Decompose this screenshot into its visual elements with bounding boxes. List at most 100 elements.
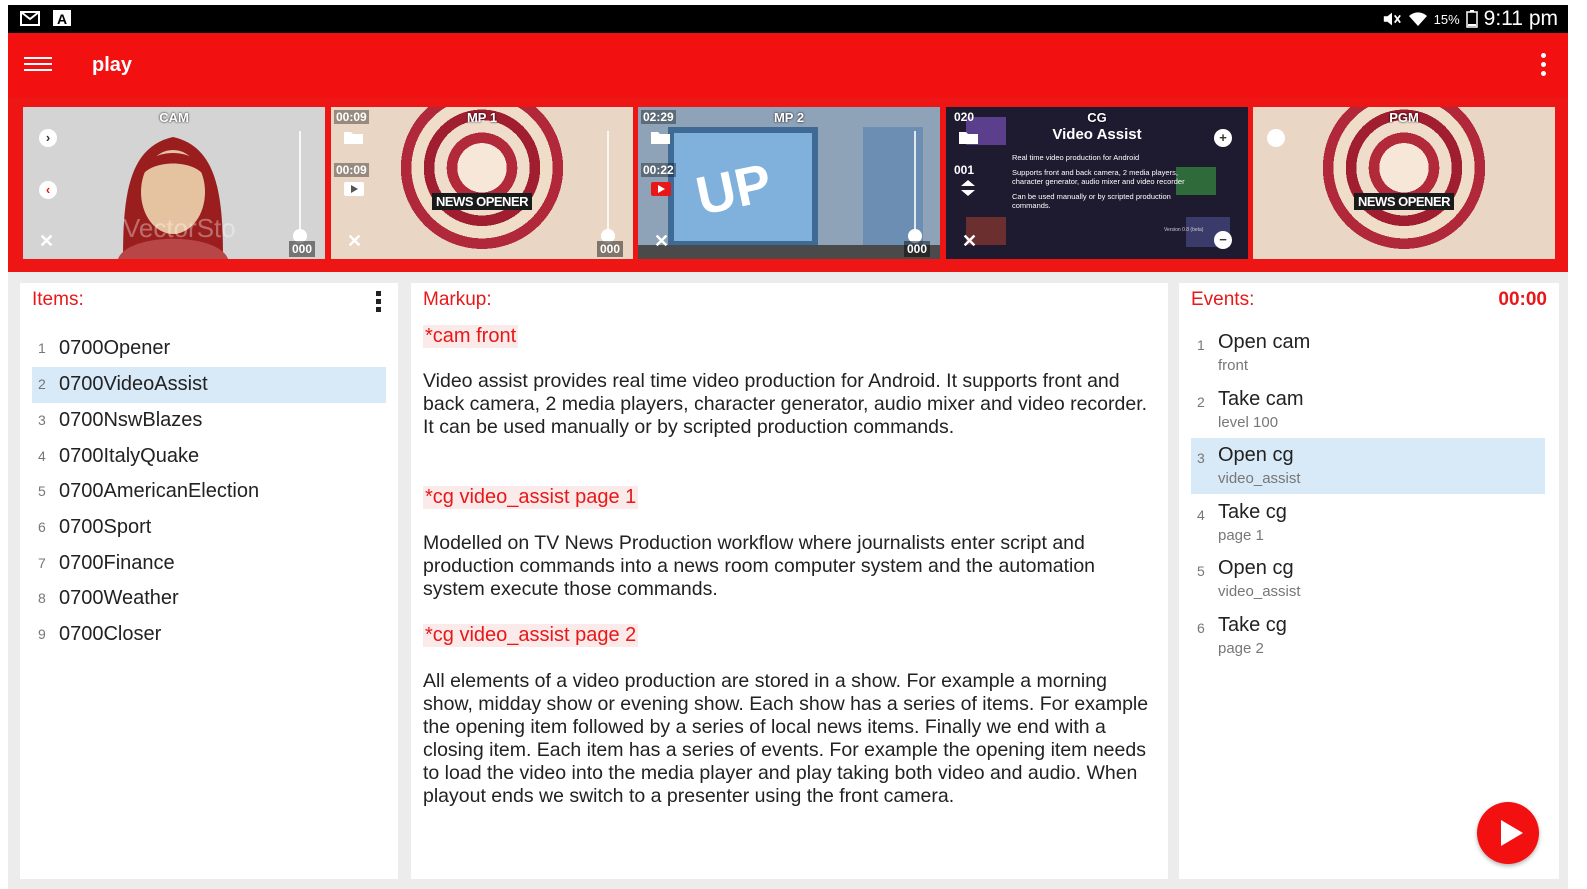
list-item[interactable]: 3 0700NswBlazes: [32, 403, 386, 439]
next-icon[interactable]: ›: [39, 129, 57, 147]
event-item[interactable]: 6 Take cg page 2: [1191, 608, 1545, 664]
play-icon[interactable]: [343, 181, 365, 197]
record-indicator-icon[interactable]: [1267, 129, 1285, 147]
item-name: 0700Finance: [59, 552, 175, 574]
level-slider[interactable]: [607, 131, 609, 235]
clock: 9:11 pm: [1483, 7, 1558, 30]
close-icon[interactable]: ✕: [654, 231, 669, 252]
list-item[interactable]: 5 0700AmericanElection: [32, 474, 386, 510]
mp2-remaining: 00:22: [641, 163, 676, 177]
item-name: 0700Opener: [59, 337, 171, 359]
stepper-icon[interactable]: [960, 179, 976, 197]
close-icon[interactable]: ✕: [962, 231, 977, 252]
open-folder-icon[interactable]: [958, 129, 980, 145]
add-icon[interactable]: +: [1214, 129, 1232, 147]
event-detail: front: [1218, 357, 1249, 374]
event-number: 4: [1197, 507, 1205, 523]
cam-source[interactable]: VectorSto CAM › ‹ ✕ 000: [23, 107, 325, 259]
markup-paragraph[interactable]: Modelled on TV News Production workflow …: [423, 532, 1153, 601]
item-number: 3: [38, 412, 46, 428]
open-folder-icon[interactable]: [343, 129, 365, 145]
item-name: 0700Closer: [59, 623, 162, 645]
markup-title: Markup:: [423, 289, 492, 310]
presenter-image: VectorSto: [23, 107, 325, 259]
cg-label: CG: [1087, 110, 1107, 125]
item-number: 2: [38, 376, 46, 392]
event-timer: 00:00: [1498, 289, 1547, 310]
item-number: 6: [38, 519, 46, 535]
level-slider[interactable]: [914, 131, 916, 235]
markup-command[interactable]: *cg video_assist page 1: [423, 486, 639, 509]
events-title: Events:: [1191, 289, 1255, 310]
list-item[interactable]: 9 0700Closer: [32, 617, 386, 653]
event-detail: page 2: [1218, 640, 1264, 657]
event-detail: video_assist: [1218, 470, 1301, 487]
list-item[interactable]: 1 0700Opener: [32, 331, 386, 367]
play-button[interactable]: [1477, 802, 1539, 864]
up-movie-image: UP: [638, 107, 940, 259]
remove-icon[interactable]: −: [1214, 231, 1232, 249]
markup-panel: Markup: *cam front Video assist provides…: [411, 283, 1168, 879]
wifi-icon: [1408, 12, 1427, 26]
event-item[interactable]: 4 Take cg page 1: [1191, 495, 1545, 551]
event-action: Open cg: [1218, 444, 1294, 466]
cg-version: Version 0.8 (beta): [1164, 227, 1204, 233]
previous-icon[interactable]: ‹: [39, 181, 57, 199]
item-name: 0700ItalyQuake: [59, 445, 200, 467]
items-menu-icon[interactable]: [376, 291, 382, 315]
items-title: Items:: [32, 289, 84, 310]
markup-command[interactable]: *cam front: [423, 325, 519, 348]
list-item[interactable]: 7 0700Finance: [32, 546, 386, 582]
cam-label: CAM: [159, 110, 189, 125]
item-number: 4: [38, 448, 46, 464]
keyboard-a-icon: A: [53, 10, 71, 27]
source-strip: VectorSto CAM › ‹ ✕ 000 MP 1 00:09 00:09…: [8, 97, 1568, 272]
close-icon[interactable]: ✕: [347, 231, 362, 252]
event-action: Take cg: [1218, 501, 1287, 523]
markup-command[interactable]: *cg video_assist page 2: [423, 624, 639, 647]
pgm-source[interactable]: PGM NEWS OPENER: [1253, 107, 1555, 259]
event-item[interactable]: 2 Take cam level 100: [1191, 382, 1545, 438]
event-detail: video_assist: [1218, 583, 1301, 600]
mp2-source[interactable]: UP MP 2 02:29 00:22 ✕ 000: [638, 107, 940, 259]
items-panel: Items: 1 0700Opener 2 0700VideoAssist 3 070…: [20, 283, 398, 879]
event-action: Open cg: [1218, 557, 1294, 579]
mp2-label: MP 2: [773, 110, 805, 125]
event-item[interactable]: 1 Open cam front: [1191, 325, 1545, 381]
svg-text:VectorSto: VectorSto: [123, 213, 236, 243]
mp1-label: MP 1: [466, 110, 498, 125]
list-item[interactable]: 8 0700Weather: [32, 581, 386, 617]
news-opener-graphic: NEWS OPENER: [431, 193, 533, 210]
event-item[interactable]: 5 Open cg video_assist: [1191, 551, 1545, 607]
pgm-label: PGM: [1389, 110, 1419, 125]
play-icon[interactable]: [650, 181, 672, 197]
cg-page-number: 020: [954, 110, 975, 124]
mp1-duration: 00:09: [334, 110, 369, 124]
list-item[interactable]: 4 0700ItalyQuake: [32, 439, 386, 475]
app-bar: play: [8, 33, 1568, 97]
svg-text:A: A: [57, 11, 67, 27]
level-slider[interactable]: [299, 131, 301, 235]
news-opener-graphic: NEWS OPENER: [1353, 193, 1455, 210]
cg-source[interactable]: CG Video Assist Real time video producti…: [946, 107, 1248, 259]
item-number: 7: [38, 555, 46, 571]
open-folder-icon[interactable]: [650, 129, 672, 145]
mute-icon: [1383, 12, 1401, 26]
event-number: 6: [1197, 620, 1205, 636]
more-options-icon[interactable]: [1540, 53, 1548, 79]
events-panel: Events: 00:00 1 Open cam front 2 Take cam le…: [1179, 283, 1559, 879]
list-item[interactable]: 6 0700Sport: [32, 510, 386, 546]
mail-notification-icon: [20, 11, 40, 26]
list-item-selected[interactable]: 2 0700VideoAssist: [32, 367, 386, 403]
item-name: 0700Sport: [59, 516, 152, 538]
mp2-duration: 02:29: [641, 110, 676, 124]
markup-paragraph[interactable]: Video assist provides real time video pr…: [423, 370, 1153, 439]
close-icon[interactable]: ✕: [39, 231, 54, 252]
event-number: 5: [1197, 563, 1205, 579]
hamburger-menu-icon[interactable]: [24, 53, 52, 75]
item-name: 0700NswBlazes: [59, 409, 203, 431]
mp1-source[interactable]: MP 1 00:09 00:09 NEWS OPENER ✕ 000: [331, 107, 633, 259]
event-item-selected[interactable]: 3 Open cg video_assist: [1191, 438, 1545, 494]
app-frame: A 15% 9:11 pm play VectorSto CAM › ‹ ✕ 0…: [8, 5, 1568, 889]
markup-paragraph[interactable]: All elements of a video production are s…: [423, 670, 1153, 808]
